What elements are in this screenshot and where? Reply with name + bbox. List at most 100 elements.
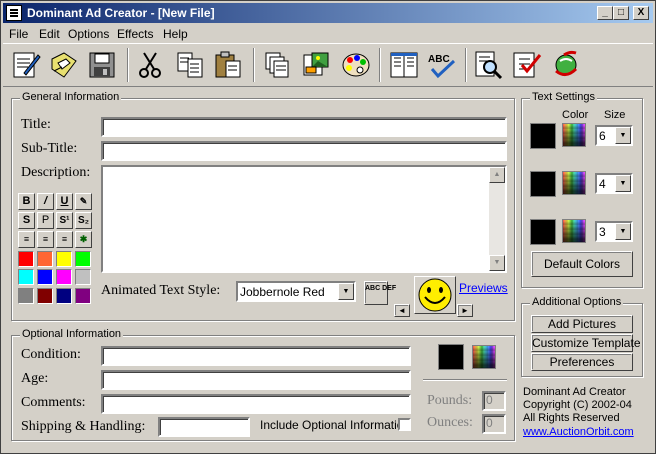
italic-button[interactable]: /: [37, 193, 54, 210]
align-center-button[interactable]: ≡: [37, 231, 54, 248]
scroll-down-button[interactable]: ▼: [489, 255, 505, 271]
comments-input[interactable]: [101, 394, 411, 414]
menu-help[interactable]: Help: [163, 27, 188, 41]
swatch-green[interactable]: [75, 251, 91, 267]
menu-file[interactable]: File: [9, 27, 28, 41]
menu-effects[interactable]: Effects: [117, 27, 153, 41]
spell-check-icon[interactable]: ABC: [425, 48, 457, 80]
color-picker-icon[interactable]: [562, 219, 586, 243]
customize-template-button[interactable]: Customize Template: [531, 334, 641, 352]
title-input[interactable]: [101, 117, 507, 137]
about-line-3: All Rights Reserved: [523, 412, 620, 424]
chevron-down-icon[interactable]: ▼: [338, 283, 354, 300]
description-scrollbar[interactable]: ▲ ▼: [489, 167, 505, 271]
size-header: Size: [604, 109, 626, 121]
swatch-gray[interactable]: [18, 288, 34, 304]
swatch-magenta[interactable]: [56, 269, 72, 285]
scroll-up-button[interactable]: ▲: [489, 167, 505, 183]
optional-text-color-swatch[interactable]: [438, 344, 464, 370]
copy-icon[interactable]: [173, 48, 205, 80]
animated-text-style-select[interactable]: Jobbernole Red ▼: [236, 281, 356, 302]
maximize-button[interactable]: □: [613, 6, 629, 20]
default-colors-button[interactable]: Default Colors: [531, 251, 633, 277]
swatch-blue[interactable]: [37, 269, 53, 285]
condition-label: Condition:: [21, 347, 81, 362]
size-3-select[interactable]: 3 ▼: [595, 221, 633, 242]
search-document-icon[interactable]: [471, 48, 503, 80]
website-link[interactable]: www.AuctionOrbit.com: [523, 426, 634, 438]
save-disk-icon[interactable]: [85, 48, 117, 80]
subscript-button[interactable]: S₂: [75, 212, 92, 229]
shipping-handling-input[interactable]: [158, 417, 250, 437]
swatch-yellow[interactable]: [56, 251, 72, 267]
shipping-handling-label: Shipping & Handling:: [21, 419, 146, 434]
checklist-icon[interactable]: [509, 48, 542, 80]
bold-button[interactable]: B: [18, 193, 35, 210]
text-color-2-swatch[interactable]: [530, 171, 556, 197]
ounces-input[interactable]: 0: [482, 414, 506, 434]
text-color-1-swatch[interactable]: [530, 123, 556, 149]
underline-button[interactable]: U: [56, 193, 73, 210]
pounds-input[interactable]: 0: [482, 391, 506, 411]
web-refresh-icon[interactable]: [549, 48, 581, 80]
size-1-select[interactable]: 6 ▼: [595, 125, 633, 146]
color-palette-icon[interactable]: [339, 48, 371, 80]
menu-edit[interactable]: Edit: [39, 27, 60, 41]
color-picker-icon[interactable]: [472, 345, 496, 369]
superscript-button[interactable]: S¹: [56, 212, 73, 229]
title-label: Title:: [21, 117, 51, 132]
paste-clipboard-icon[interactable]: [211, 48, 243, 80]
clear-format-button[interactable]: ✎: [75, 193, 92, 210]
copy-pages-icon[interactable]: [261, 48, 293, 80]
swatch-maroon[interactable]: [37, 288, 53, 304]
include-optional-checkbox[interactable]: [398, 418, 411, 431]
pounds-label: Pounds:: [427, 393, 473, 408]
preview-book-icon[interactable]: [387, 48, 419, 80]
swatch-orange[interactable]: [37, 251, 53, 267]
app-icon[interactable]: [6, 5, 22, 21]
chevron-down-icon[interactable]: ▼: [615, 127, 631, 144]
age-input[interactable]: [101, 370, 411, 390]
previous-arrow-button[interactable]: ◄: [394, 304, 410, 317]
strikethrough-button[interactable]: S: [18, 212, 35, 229]
text-color-3-swatch[interactable]: [530, 219, 556, 245]
condition-input[interactable]: [101, 346, 411, 366]
swatch-red[interactable]: [18, 251, 34, 267]
swatch-navy[interactable]: [56, 288, 72, 304]
size-2-select[interactable]: 4 ▼: [595, 173, 633, 194]
description-textarea[interactable]: ▲ ▼: [101, 165, 507, 273]
subtitle-input[interactable]: [101, 141, 507, 161]
swatch-cyan[interactable]: [18, 269, 34, 285]
color-picker-icon[interactable]: [562, 123, 586, 147]
close-button[interactable]: X: [633, 6, 649, 20]
swatch-purple[interactable]: [75, 288, 91, 304]
abc-def-button[interactable]: ABC DEF: [364, 281, 396, 305]
effect-button[interactable]: ✱: [75, 231, 92, 248]
open-folder-icon[interactable]: [47, 48, 79, 80]
general-information-label: General Information: [20, 91, 122, 103]
next-arrow-button[interactable]: ►: [457, 304, 473, 317]
paragraph-button[interactable]: P: [37, 212, 54, 229]
cut-scissors-icon[interactable]: [133, 48, 165, 80]
swatch-silver[interactable]: [75, 269, 91, 285]
chevron-down-icon[interactable]: ▼: [615, 175, 631, 192]
align-right-button[interactable]: ≡: [56, 231, 73, 248]
preferences-button[interactable]: Preferences: [531, 353, 633, 371]
edit-document-icon[interactable]: [9, 48, 41, 80]
about-line-1: Dominant Ad Creator: [523, 386, 626, 398]
about-line-2: Copyright (C) 2002-04: [523, 399, 632, 411]
title-bar[interactable]: Dominant Ad Creator - [New File] _ □ X: [3, 3, 653, 23]
insert-picture-icon[interactable]: [299, 48, 331, 80]
spell-check-label: ABC: [428, 54, 450, 65]
chevron-down-icon[interactable]: ▼: [615, 223, 631, 240]
text-settings-label: Text Settings: [530, 91, 597, 103]
align-left-button[interactable]: ≡: [18, 231, 35, 248]
divider: [423, 379, 507, 381]
ounces-label: Ounces:: [427, 415, 473, 430]
previews-link[interactable]: Previews: [459, 281, 508, 295]
menu-options[interactable]: Options: [68, 27, 109, 41]
color-picker-icon[interactable]: [562, 171, 586, 195]
add-pictures-button[interactable]: Add Pictures: [531, 315, 633, 333]
smiley-icon: [418, 278, 452, 312]
minimize-button[interactable]: _: [597, 6, 613, 20]
